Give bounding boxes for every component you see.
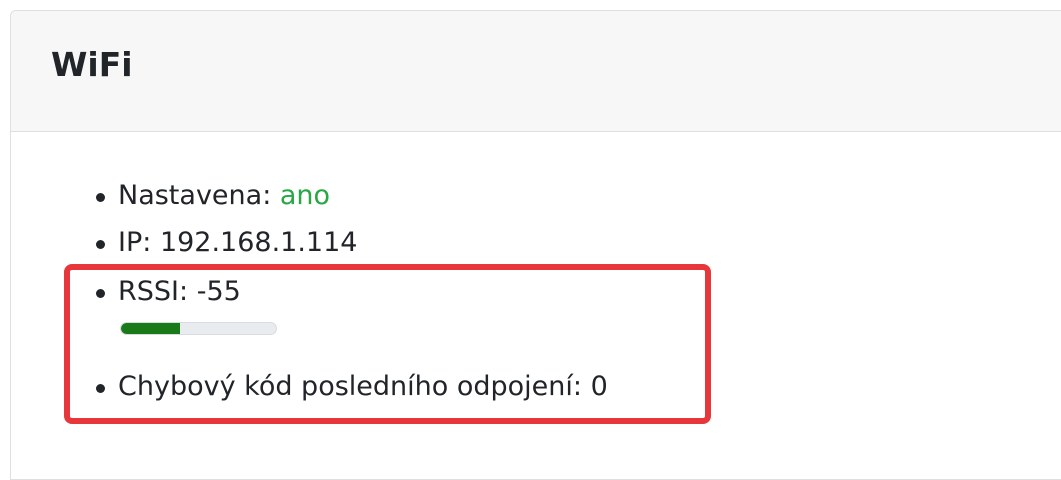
configured-label: Nastavena: bbox=[118, 180, 272, 211]
ip-row: IP: 192.168.1.114 bbox=[118, 226, 357, 260]
rssi-value: -55 bbox=[196, 276, 241, 307]
configured-row: Nastavena: ano bbox=[118, 179, 330, 213]
ip-label: IP: bbox=[118, 227, 152, 258]
rssi-row: RSSI: -55 bbox=[118, 275, 241, 309]
card-header: WiFi bbox=[11, 11, 1061, 132]
signal-strength-bar bbox=[120, 322, 277, 335]
card-title: WiFi bbox=[51, 45, 133, 84]
error-code-label: Chybový kód posledního odpojení: bbox=[118, 371, 582, 402]
signal-strength-fill bbox=[121, 323, 180, 334]
bullet-icon bbox=[96, 240, 105, 249]
configured-value: ano bbox=[279, 180, 331, 211]
bullet-icon bbox=[96, 384, 105, 393]
error-code-row: Chybový kód posledního odpojení: 0 bbox=[118, 370, 608, 404]
error-code-value: 0 bbox=[590, 371, 608, 402]
rssi-label: RSSI: bbox=[118, 276, 189, 307]
ip-value: 192.168.1.114 bbox=[159, 227, 358, 258]
bullet-icon bbox=[96, 193, 105, 202]
bullet-icon bbox=[96, 289, 105, 298]
